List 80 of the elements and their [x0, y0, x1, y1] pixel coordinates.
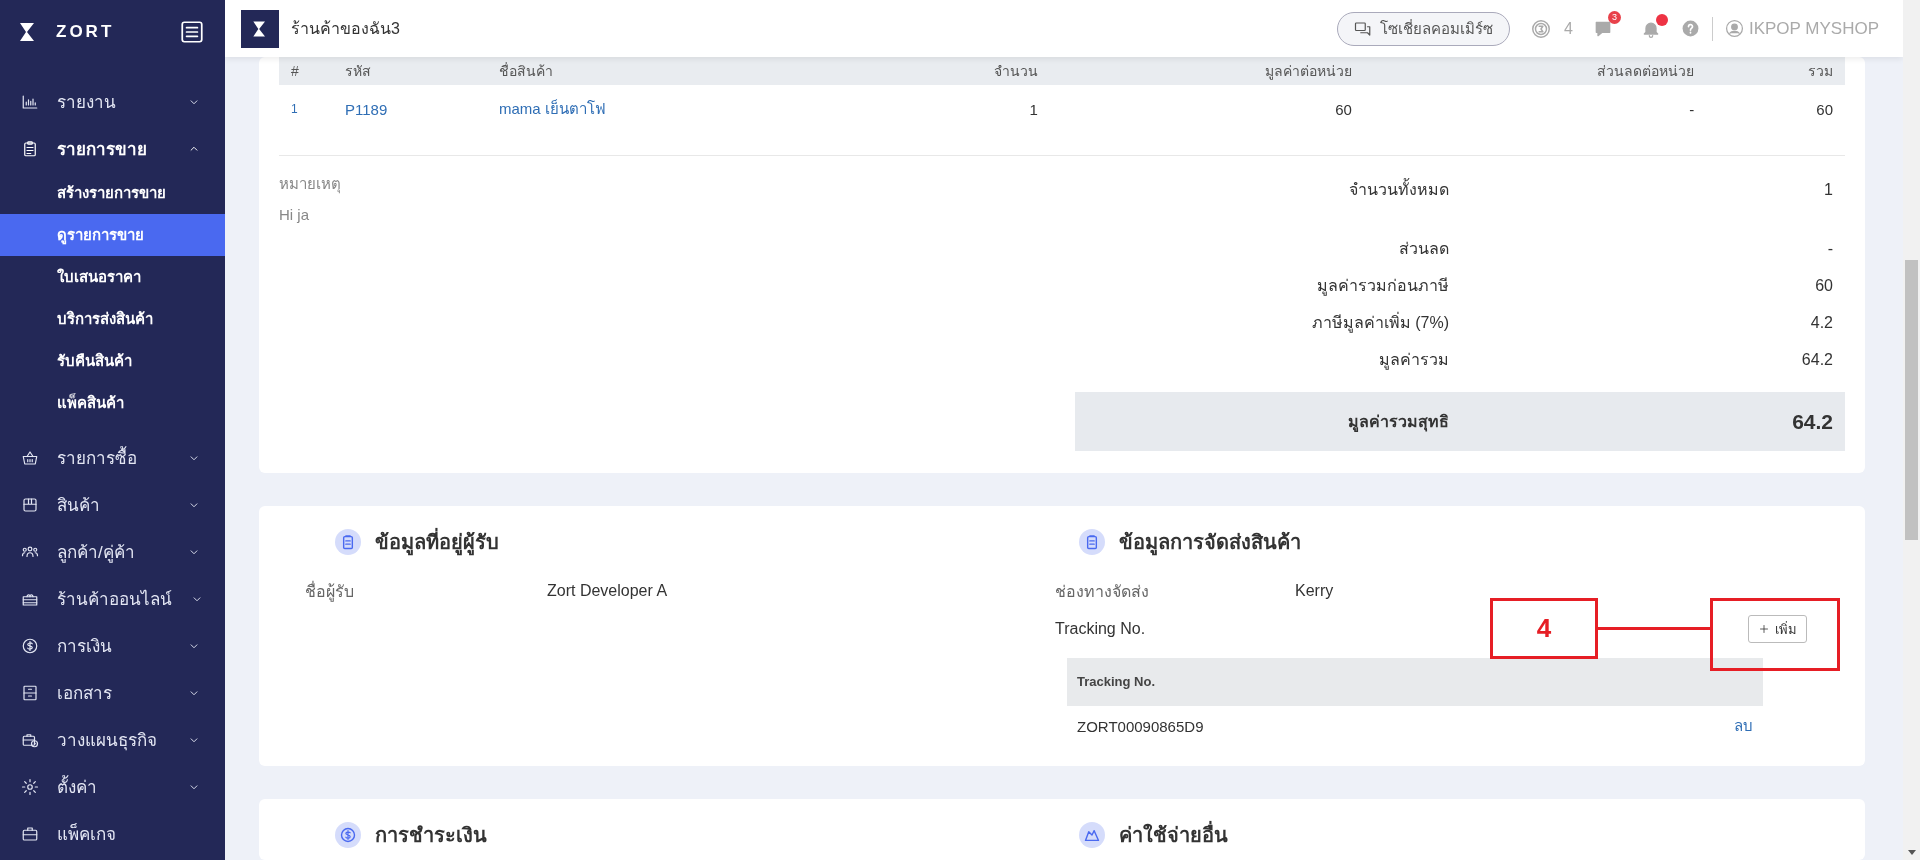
coin-count: 4	[1564, 19, 1573, 38]
product-name-link[interactable]: mama เย็นตาโฟ	[499, 100, 606, 117]
section-title: ข้อมูลที่อยู่ผู้รับ	[375, 526, 499, 558]
table-cell: -	[1689, 100, 1695, 118]
tracking-number: ZORT00090865D9	[1077, 717, 1204, 735]
dollar-icon	[21, 636, 39, 655]
summary-value: -	[1826, 239, 1834, 259]
add-button[interactable]: เพิ่ม	[1748, 615, 1807, 643]
sidebar-item[interactable]: วางแผนธุรกิจ	[0, 716, 225, 763]
annotation-label: 4	[1490, 598, 1598, 659]
user-icon	[1724, 19, 1744, 38]
row-number: 1	[291, 102, 298, 116]
sidebar-subitem[interactable]: ใบเสนอราคา	[0, 256, 225, 298]
chart-icon	[21, 92, 39, 111]
sidebar-item[interactable]: รายงาน	[0, 78, 225, 125]
clipboard-icon	[21, 139, 39, 158]
sidebar-subitem[interactable]: รับคืนสินค้า	[0, 340, 225, 382]
table-cell: 1	[1029, 100, 1038, 118]
social-commerce-button[interactable]: โซเชี่ยลคอมเมิร์ซ	[1337, 11, 1511, 46]
field-value: Zort Developer A	[547, 582, 668, 600]
product-code-link[interactable]: P1189	[345, 100, 388, 118]
summary-value: 1	[1823, 180, 1834, 200]
summary-label: ส่วนลด	[1398, 239, 1450, 259]
box-icon	[21, 495, 39, 514]
sidebar-subitem[interactable]: สร้างรายการขาย	[0, 172, 225, 214]
column-header: ชื่อสินค้า	[487, 57, 858, 85]
column-header: #	[279, 57, 333, 85]
coin-icon	[1530, 17, 1553, 40]
section-title: ข้อมูลการจัดส่งสินค้า	[1119, 526, 1301, 558]
section-title: ค่าใช้จ่ายอื่น	[1119, 819, 1228, 851]
sidebar-subitem[interactable]: บริการส่งสินค้า	[0, 298, 225, 340]
sidebar-item[interactable]: รายการซื้อ	[0, 434, 225, 481]
sidebar-item[interactable]: รายการขาย	[0, 125, 225, 172]
sidebar-item[interactable]: ตั้งค่า	[0, 763, 225, 810]
clipboard-icon	[1079, 529, 1105, 555]
table-cell: 60	[1335, 100, 1352, 118]
column-header: รวม	[1706, 57, 1845, 85]
summary-label: จำนวนทั้งหมด	[879, 172, 1461, 230]
sidebar-item[interactable]: ลูกค้า/คู่ค้า	[0, 528, 225, 575]
column-header: มูลค่าต่อหน่วย	[1049, 57, 1364, 85]
note-text: Hi ja	[279, 206, 310, 223]
column-header: ส่วนลดต่อหน่วย	[1363, 57, 1707, 85]
shop-name: ร้านค้าของฉัน3	[291, 19, 401, 39]
chat-icon	[1354, 19, 1373, 38]
sidebar-item[interactable]: สินค้า	[0, 481, 225, 528]
table-cell: 60	[1816, 100, 1833, 118]
table-header: Tracking No.	[1067, 658, 1763, 706]
plus-icon	[1758, 623, 1770, 635]
field-label: ช่องทางจัดส่ง	[1055, 581, 1150, 602]
note-label: หมายเหตุ	[279, 174, 342, 196]
sidebar-subitem[interactable]: ดูรายการขาย	[0, 214, 225, 256]
scrollbar[interactable]	[1903, 0, 1920, 860]
summary-label: มูลค่ารวมก่อนภาษี	[1316, 276, 1450, 298]
sidebar-item[interactable]: ร้านค้าออนไลน์	[0, 575, 225, 622]
logo-text: ZORT	[56, 22, 116, 42]
net-total-label: มูลค่ารวมสุทธิ	[1347, 412, 1450, 434]
sidebar-subitem[interactable]: แพ็คสินค้า	[0, 382, 225, 424]
column-header: รหัส	[333, 57, 487, 85]
net-total-value: 64.2	[1791, 409, 1834, 434]
sidebar-item[interactable]: แพ็คเกจ	[0, 810, 225, 857]
sidebar-item[interactable]: เอกสาร	[0, 669, 225, 716]
summary-label: มูลค่ารวม	[1378, 350, 1450, 372]
dollar-icon	[335, 822, 361, 848]
field-value: Kerry	[1295, 582, 1334, 600]
sidebar-item[interactable]: การเงิน	[0, 622, 225, 669]
menu-icon[interactable]	[179, 19, 205, 45]
clipboard-icon	[335, 529, 361, 555]
summary-value: 64.2	[1800, 350, 1834, 370]
help-icon[interactable]	[1680, 19, 1700, 38]
field-label: ชื่อผู้รับ	[305, 580, 355, 604]
briefcase-icon	[21, 824, 39, 843]
section-title: การชำระเงิน	[375, 823, 487, 848]
summary-value: 60	[1814, 276, 1834, 296]
cabinet-icon	[21, 683, 39, 702]
field-label: Tracking No.	[1055, 620, 1146, 638]
summary-label: ภาษีมูลค่าเพิ่ม (7%)	[1310, 311, 1450, 335]
summary-value: 4.2	[1809, 313, 1834, 333]
column-header: จำนวน	[857, 57, 1050, 85]
delete-link[interactable]: ลบ	[1734, 714, 1753, 738]
message-badge: 3	[1607, 10, 1621, 24]
